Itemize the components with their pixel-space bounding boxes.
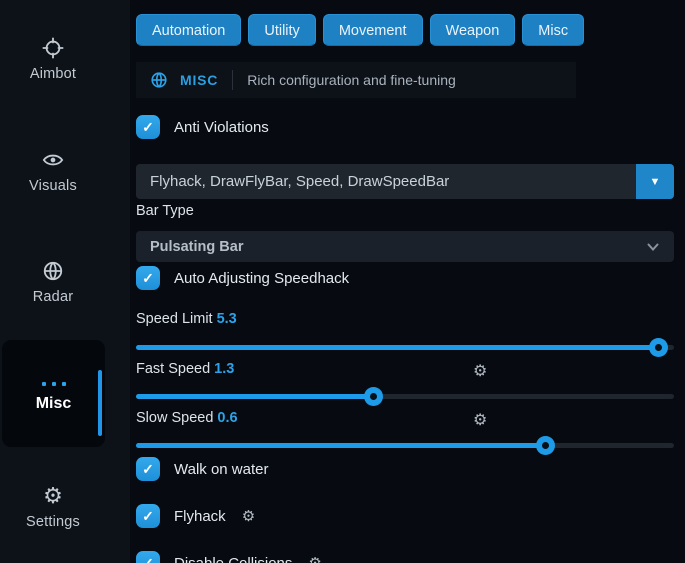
sidebar-item-settings[interactable]: ⚙ Settings	[0, 485, 106, 531]
auto-adjusting-label: Auto Adjusting Speedhack	[174, 270, 349, 287]
sidebar-item-label: Visuals	[29, 178, 77, 194]
triangle-down-icon: ▼	[650, 176, 661, 188]
walk-on-water-row: ✓ Walk on water	[136, 457, 268, 481]
globe-icon	[150, 71, 168, 89]
section-description: Rich configuration and fine-tuning	[247, 72, 456, 88]
anti-violations-label: Anti Violations	[174, 119, 269, 136]
sidebar-item-label: Aimbot	[30, 66, 76, 82]
globe-icon	[42, 260, 64, 282]
walk-on-water-label: Walk on water	[174, 461, 268, 478]
fast-speed-label: Fast Speed1.3	[136, 361, 234, 377]
slider-handle[interactable]	[536, 436, 555, 455]
active-indicator-bar	[98, 370, 102, 436]
speed-limit-slider[interactable]	[136, 338, 674, 356]
divider	[232, 70, 233, 90]
gear-icon[interactable]: ⚙	[473, 410, 487, 430]
speed-limit-value: 5.3	[217, 311, 237, 327]
disable-collisions-checkbox[interactable]: ✓	[136, 551, 160, 563]
flyhack-row: ✓ Flyhack ⚙	[136, 504, 255, 528]
sidebar-item-radar[interactable]: Radar	[0, 260, 106, 306]
eye-icon	[42, 149, 64, 171]
bar-type-select[interactable]: Pulsating Bar	[136, 231, 674, 262]
gear-icon[interactable]: ⚙	[242, 507, 255, 525]
slider-handle[interactable]	[649, 338, 668, 357]
slow-speed-slider[interactable]	[136, 436, 674, 454]
crosshair-icon	[42, 37, 64, 59]
slider-handle[interactable]	[364, 387, 383, 406]
category-tabs: Automation Utility Movement Weapon Misc	[136, 14, 584, 46]
sidebar: Aimbot Visuals Radar	[0, 0, 130, 563]
tab-automation[interactable]: Automation	[136, 14, 241, 46]
bar-type-select-value: Pulsating Bar	[150, 239, 243, 255]
disable-collisions-label: Disable Collisions	[174, 555, 292, 563]
cheat-menu-window: Aimbot Visuals Radar	[0, 0, 685, 563]
fast-speed-value: 1.3	[214, 361, 234, 377]
anti-violations-row: ✓ Anti Violations	[136, 115, 269, 139]
section-title: MISC	[180, 72, 218, 88]
slider-fill	[136, 394, 373, 399]
flyhack-checkbox[interactable]: ✓	[136, 504, 160, 528]
flyhack-label: Flyhack	[174, 508, 226, 525]
gear-icon: ⚙	[42, 485, 64, 507]
disable-collisions-row: ✓ Disable Collisions ⚙	[136, 551, 322, 563]
sidebar-item-misc-active[interactable]: Misc	[2, 340, 105, 447]
auto-adjusting-checkbox[interactable]: ✓	[136, 266, 160, 290]
violations-multiselect[interactable]: Flyhack, DrawFlyBar, Speed, DrawSpeedBar…	[136, 164, 674, 199]
slow-speed-label: Slow Speed0.6	[136, 410, 238, 426]
sidebar-item-label: Radar	[33, 289, 74, 305]
multiselect-dropdown-button[interactable]: ▼	[636, 164, 674, 199]
chevron-down-icon	[646, 240, 660, 254]
slider-fill	[136, 443, 545, 448]
tab-misc[interactable]: Misc	[522, 14, 584, 46]
ellipsis-icon	[2, 373, 105, 391]
sidebar-item-label: Settings	[26, 514, 80, 530]
bar-type-label: Bar Type	[136, 203, 194, 219]
sidebar-item-aimbot[interactable]: Aimbot	[0, 37, 106, 83]
speed-limit-label: Speed Limit5.3	[136, 311, 237, 327]
section-header: MISC Rich configuration and fine-tuning	[136, 62, 576, 98]
slow-speed-value: 0.6	[217, 410, 237, 426]
slider-fill	[136, 345, 658, 350]
fast-speed-slider[interactable]	[136, 387, 674, 405]
sidebar-item-visuals[interactable]: Visuals	[0, 149, 106, 195]
tab-weapon[interactable]: Weapon	[430, 14, 516, 46]
sidebar-item-label: Misc	[2, 395, 105, 413]
walk-on-water-checkbox[interactable]: ✓	[136, 457, 160, 481]
auto-adjusting-row: ✓ Auto Adjusting Speedhack	[136, 266, 349, 290]
gear-icon[interactable]: ⚙	[308, 554, 321, 563]
anti-violations-checkbox[interactable]: ✓	[136, 115, 160, 139]
gear-icon[interactable]: ⚙	[473, 361, 487, 381]
tab-movement[interactable]: Movement	[323, 14, 423, 46]
tab-utility[interactable]: Utility	[248, 14, 315, 46]
violations-multiselect-value: Flyhack, DrawFlyBar, Speed, DrawSpeedBar	[136, 173, 636, 190]
